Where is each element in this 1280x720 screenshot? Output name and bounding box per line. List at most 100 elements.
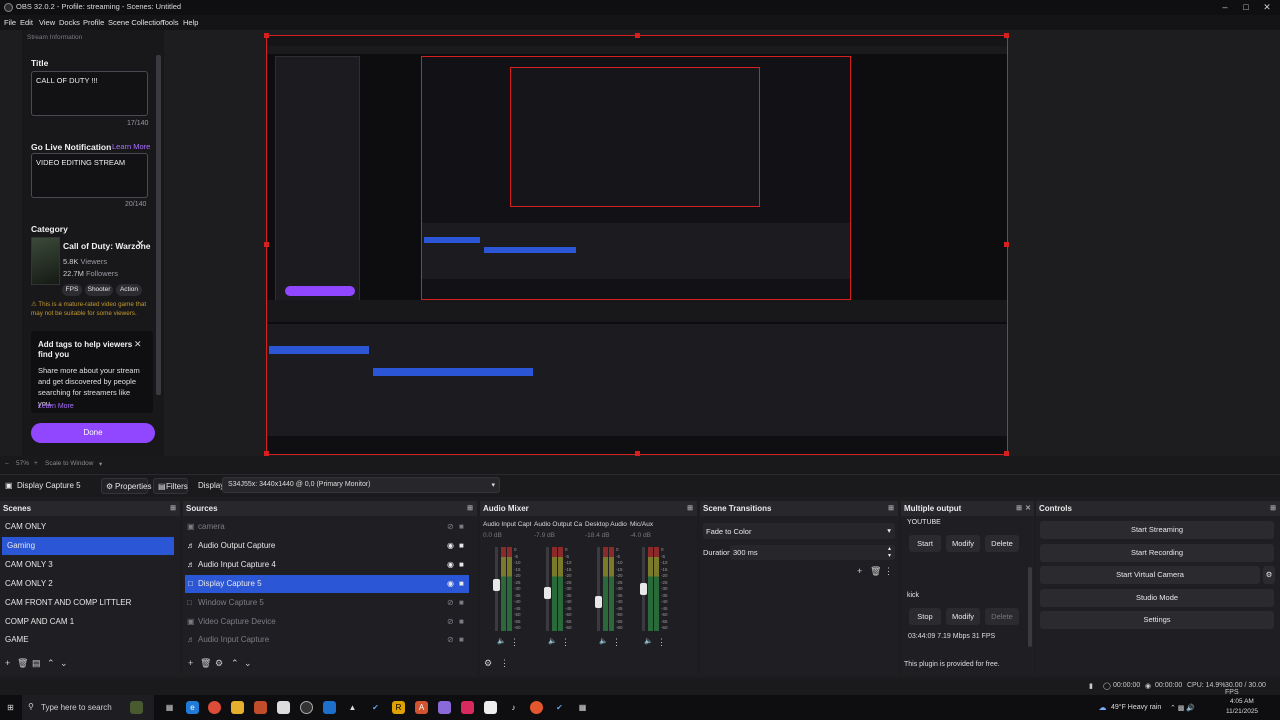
start-virtual-camera-button[interactable]: Start Virtual Camera	[1040, 566, 1260, 584]
source-item[interactable]: □ Window Capture 5 ⊘ ■	[183, 594, 477, 612]
chevron-down-icon[interactable]: ▾	[99, 460, 102, 468]
menu-tools[interactable]: Tools	[161, 18, 179, 27]
scene-item[interactable]: CAM ONLY 3	[0, 556, 180, 574]
scene-item[interactable]: CAM ONLY 2	[0, 575, 180, 593]
done-button[interactable]: Done	[31, 423, 155, 443]
filters-button[interactable]: ▤ Filters	[153, 478, 188, 494]
dock-options-icon[interactable]: ⊞	[1016, 504, 1022, 512]
scene-item[interactable]: CAM FRONT AND COMP LITTLER	[0, 594, 180, 612]
app-icon[interactable]	[438, 701, 451, 714]
source-properties-icon[interactable]: ⚙	[215, 658, 223, 669]
duration-input[interactable]: 300 ms ▴ ▾	[730, 545, 895, 560]
tiktok-icon[interactable]: ♪	[507, 701, 520, 714]
app-icon[interactable]	[530, 701, 543, 714]
clock-date[interactable]: 11/21/2025	[1226, 708, 1258, 715]
dock-options-icon[interactable]: ⊞	[687, 504, 693, 512]
scale-mode-select[interactable]: Scale to Window	[45, 460, 93, 467]
source-item[interactable]: ♬ Audio Output Capture ◉ ■	[183, 537, 477, 555]
tag-action[interactable]: Action	[116, 284, 142, 296]
stop-output-button[interactable]: Stop	[909, 608, 941, 625]
visibility-icon[interactable]: ◉	[447, 541, 454, 550]
dock-options-icon[interactable]: ⊞	[170, 504, 176, 512]
chrome-icon[interactable]	[208, 701, 221, 714]
visibility-icon[interactable]: ⊘	[447, 598, 454, 607]
move-up-icon[interactable]: ⌃	[231, 658, 239, 669]
app-icon[interactable]: A	[415, 701, 428, 714]
close-tip-icon[interactable]: ✕	[134, 339, 142, 350]
lock-icon[interactable]: ■	[459, 560, 464, 569]
widgets-icon[interactable]	[130, 701, 143, 714]
delete-output-button[interactable]: Delete	[985, 535, 1019, 552]
app-icon[interactable]: ▦	[576, 701, 589, 714]
more-options-icon[interactable]: ⋮	[884, 566, 893, 577]
add-scene-icon[interactable]: +	[5, 658, 10, 668]
weather-text[interactable]: 49°F Heavy rain	[1111, 704, 1161, 711]
mute-speaker-icon[interactable]: 🔈	[548, 637, 557, 645]
app-icon[interactable]: ✔	[553, 701, 566, 714]
app-icon[interactable]: R	[392, 701, 405, 714]
source-item[interactable]: ▣ Video Capture Device ⊘ ■	[183, 613, 477, 631]
mute-speaker-icon[interactable]: 🔈	[644, 637, 653, 645]
menu-edit[interactable]: Edit	[20, 18, 33, 27]
menu-help[interactable]: Help	[183, 18, 198, 27]
modify-output-button[interactable]: Modify	[946, 608, 980, 625]
document-icon[interactable]	[484, 701, 497, 714]
task-view-icon[interactable]: ▦	[163, 701, 176, 714]
lock-icon[interactable]: ■	[459, 579, 464, 588]
mute-speaker-icon[interactable]: 🔈	[497, 637, 506, 645]
menu-view[interactable]: View	[39, 18, 55, 27]
start-streaming-button[interactable]: Start Streaming	[1040, 521, 1274, 539]
close-icon[interactable]: ✕	[1025, 504, 1031, 512]
title-input[interactable]: CALL OF DUTY !!!	[31, 71, 148, 116]
more-options-icon[interactable]: ⋮	[500, 658, 509, 669]
dock-options-icon[interactable]: ⊞	[467, 504, 473, 512]
channel-options-icon[interactable]: ⋮	[510, 637, 519, 648]
add-transition-icon[interactable]: +	[857, 566, 862, 576]
steam-icon[interactable]: ✔	[369, 701, 382, 714]
channel-options-icon[interactable]: ⋮	[657, 637, 666, 648]
resize-handle[interactable]	[264, 33, 269, 38]
golive-input[interactable]: VIDEO EDITING STREAM	[31, 153, 148, 198]
source-item[interactable]: □ Display Capture 5 ◉ ■	[185, 575, 469, 593]
resize-handle[interactable]	[264, 242, 269, 247]
lock-icon[interactable]: ■	[459, 541, 464, 550]
fader-knob[interactable]	[544, 587, 551, 600]
file-explorer-icon[interactable]	[231, 701, 244, 714]
display-capture-preview[interactable]	[264, 33, 1009, 456]
move-down-icon[interactable]: ⌄	[60, 658, 68, 669]
remove-source-icon[interactable]: 🗑	[200, 658, 211, 669]
studio-mode-button[interactable]: Studio Mode	[1040, 589, 1274, 607]
source-item[interactable]: ▣ camera ⊘ ■	[183, 518, 477, 536]
vscode-icon[interactable]	[323, 701, 336, 714]
tag-fps[interactable]: FPS	[62, 284, 82, 296]
menu-scene-collection[interactable]: Scene Collection	[108, 18, 164, 27]
fader-knob[interactable]	[595, 595, 602, 608]
resize-handle[interactable]	[1004, 33, 1009, 38]
zoom-in-icon[interactable]: +	[34, 460, 38, 467]
scene-filters-icon[interactable]: ▤	[32, 658, 41, 669]
visibility-icon[interactable]: ⊘	[447, 522, 454, 531]
fader-knob[interactable]	[640, 583, 647, 595]
tags-tip-learn-more-link[interactable]: Learn More	[38, 403, 74, 410]
system-tray-icons[interactable]: ⌃ ▩ 🔊	[1170, 704, 1195, 712]
clock-time[interactable]: 4:05 AM	[1230, 698, 1254, 705]
lock-icon[interactable]: ■	[459, 617, 464, 626]
start-output-button[interactable]: Start	[909, 535, 941, 552]
transition-select[interactable]: Fade to Color ▾	[703, 523, 895, 539]
scene-item[interactable]: COMP AND CAM 1	[0, 613, 180, 631]
display-select[interactable]: S34J55x: 3440x1440 @ 0,0 (Primary Monito…	[222, 477, 500, 493]
visibility-icon[interactable]: ◉	[447, 579, 454, 588]
advanced-audio-icon[interactable]: ⚙	[484, 658, 492, 669]
close-button[interactable]: ✕	[1254, 1, 1280, 13]
visibility-icon[interactable]: ⊘	[447, 635, 454, 644]
menu-docks[interactable]: Docks	[59, 18, 80, 27]
remove-transition-icon[interactable]: 🗑	[870, 566, 881, 577]
source-item[interactable]: ♬ Audio Input Capture ⊘ ■	[183, 631, 477, 649]
visibility-icon[interactable]: ⊘	[447, 617, 454, 626]
add-source-icon[interactable]: +	[188, 658, 193, 668]
resize-handle[interactable]	[635, 33, 640, 38]
volume-fader[interactable]	[597, 547, 600, 631]
fader-knob[interactable]	[493, 578, 500, 591]
mute-speaker-icon[interactable]: 🔈	[599, 637, 608, 645]
notepad-icon[interactable]	[277, 701, 290, 714]
